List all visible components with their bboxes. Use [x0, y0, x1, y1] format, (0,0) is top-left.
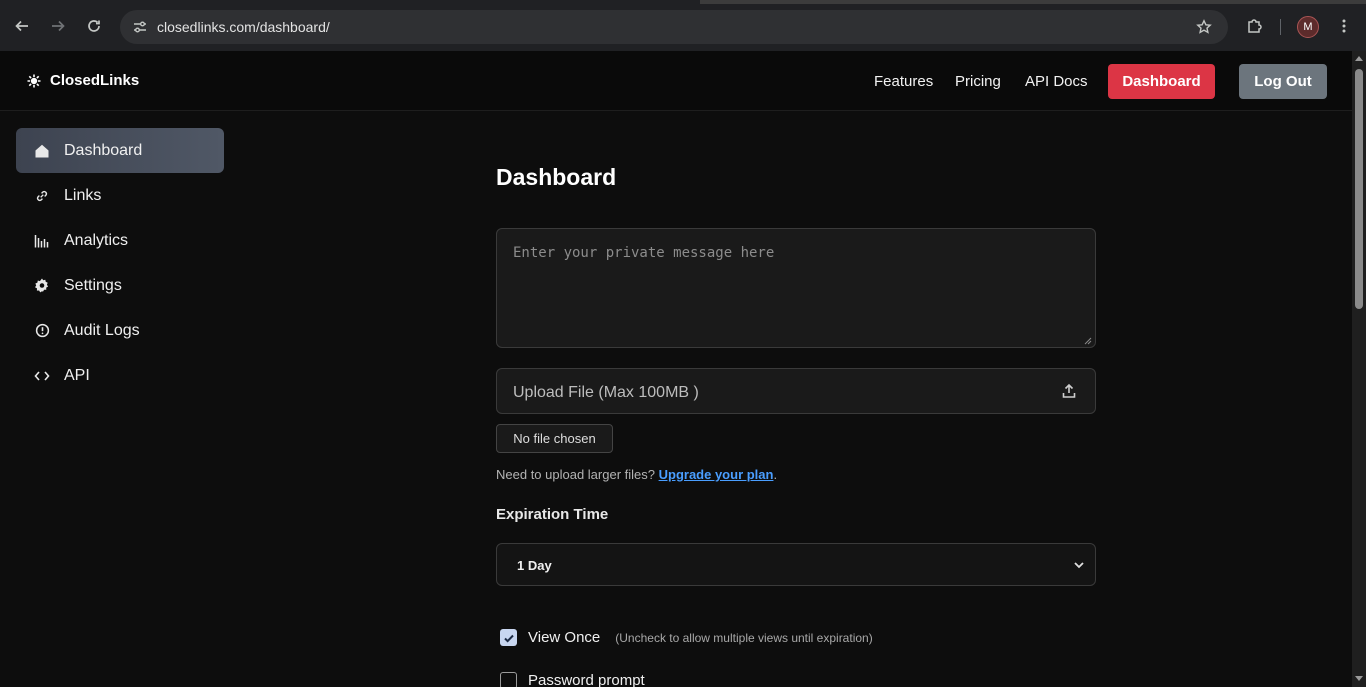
expiration-selected-value: 1 Day	[517, 558, 552, 573]
extensions-button[interactable]	[1243, 14, 1267, 38]
hint-end: .	[773, 467, 778, 482]
sidebar-item-api[interactable]: API	[16, 353, 224, 398]
expiration-time-label: Expiration Time	[496, 506, 609, 523]
site-info-icon[interactable]	[128, 15, 152, 39]
nav-link-features[interactable]: Features	[874, 73, 933, 90]
brand-name: ClosedLinks	[50, 72, 140, 89]
page-scrollbar[interactable]	[1352, 51, 1366, 687]
analytics-icon	[34, 233, 50, 249]
forward-button[interactable]	[46, 14, 70, 38]
link-icon	[34, 188, 50, 204]
url-text[interactable]: closedlinks.com/dashboard/	[157, 19, 330, 35]
sidebar-item-label: Analytics	[64, 231, 129, 249]
sidebar-item-audit-logs[interactable]: Audit Logs	[16, 308, 224, 353]
view-once-option: View Once (Uncheck to allow multiple vie…	[500, 629, 873, 646]
file-chooser-button[interactable]: No file chosen	[496, 424, 613, 453]
arrow-right-icon	[52, 20, 65, 32]
sidebar-item-settings[interactable]: Settings	[16, 263, 224, 308]
brand-logo-link[interactable]: ClosedLinks	[26, 72, 139, 89]
back-button[interactable]	[10, 14, 34, 38]
code-icon	[34, 368, 50, 384]
hint-text: Need to upload larger files?	[496, 467, 659, 482]
upload-icon	[1062, 383, 1076, 398]
browser-menu-button[interactable]	[1332, 14, 1356, 38]
scroll-down-arrow-icon[interactable]	[1355, 676, 1363, 681]
puzzle-icon	[1248, 19, 1262, 33]
profile-avatar[interactable]: M	[1297, 16, 1319, 38]
nav-link-api-docs[interactable]: API Docs	[1025, 73, 1088, 90]
page-title: Dashboard	[496, 164, 617, 190]
alert-circle-icon	[34, 323, 50, 339]
upgrade-plan-link[interactable]: Upgrade your plan	[659, 467, 774, 482]
upload-file-field[interactable]: Upload File (Max 100MB )	[496, 368, 1096, 414]
sidebar-item-links[interactable]: Links	[16, 173, 224, 218]
arrow-left-icon	[15, 20, 28, 32]
password-prompt-label: Password prompt	[528, 672, 645, 687]
sidebar-item-label: Links	[64, 186, 102, 204]
resize-grip-icon[interactable]	[1084, 337, 1092, 345]
bookmark-star-icon[interactable]	[1192, 15, 1216, 39]
site-header: ClosedLinks Features Pricing API Docs Da…	[0, 51, 1352, 111]
sidebar-item-label: API	[64, 366, 90, 384]
private-message-input[interactable]	[496, 228, 1096, 348]
expiration-select[interactable]: 1 Day	[496, 543, 1096, 586]
upload-hint: Need to upload larger files? Upgrade you…	[496, 467, 777, 482]
chevron-down-icon	[1074, 562, 1084, 569]
home-icon	[34, 143, 50, 159]
sidebar-item-analytics[interactable]: Analytics	[16, 218, 224, 263]
browser-toolbar: closedlinks.com/dashboard/ M	[0, 0, 1366, 51]
scrollbar-thumb[interactable]	[1355, 69, 1363, 309]
password-prompt-checkbox[interactable]	[500, 672, 517, 687]
view-once-label: View Once	[528, 629, 601, 646]
reload-button[interactable]	[82, 14, 106, 38]
logout-button[interactable]: Log Out	[1239, 64, 1327, 99]
dashboard-button[interactable]: Dashboard	[1108, 64, 1215, 99]
upload-file-label: Upload File (Max 100MB )	[513, 384, 699, 401]
sidebar-item-label: Settings	[64, 276, 122, 294]
sidebar-item-label: Audit Logs	[64, 321, 140, 339]
checkmark-icon	[503, 634, 514, 643]
view-once-note: (Uncheck to allow multiple views until e…	[615, 630, 873, 645]
nav-link-pricing[interactable]: Pricing	[955, 73, 1001, 90]
tab-strip	[0, 0, 1366, 4]
page: ClosedLinks Features Pricing API Docs Da…	[0, 51, 1352, 687]
reload-icon	[88, 20, 100, 32]
sidebar-item-label: Dashboard	[64, 141, 143, 159]
kebab-menu-icon	[1342, 19, 1346, 33]
view-once-checkbox[interactable]	[500, 629, 517, 646]
sidebar-item-dashboard[interactable]: Dashboard	[16, 128, 224, 173]
scroll-up-arrow-icon[interactable]	[1355, 56, 1363, 61]
address-bar[interactable]: closedlinks.com/dashboard/	[120, 10, 1228, 44]
sidebar: Dashboard Links Analytics Settings Audit…	[16, 128, 224, 398]
toolbar-divider	[1280, 19, 1281, 35]
password-prompt-option: Password prompt	[500, 672, 645, 687]
gear-bug-icon	[27, 74, 41, 87]
gear-icon	[34, 278, 50, 294]
